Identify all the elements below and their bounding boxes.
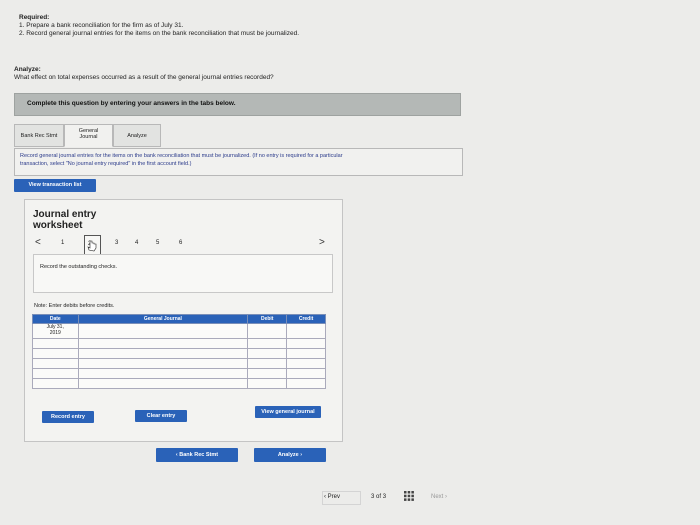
date-cell[interactable] xyxy=(32,338,79,349)
page: Required: 1. Prepare a bank reconciliati… xyxy=(0,0,700,525)
tab-general-journal[interactable]: General Journal xyxy=(64,124,113,147)
required-item-1: 1. Prepare a bank reconciliation for the… xyxy=(19,22,184,29)
credit-cell[interactable] xyxy=(286,358,326,369)
pager-page-5[interactable]: 5 xyxy=(156,240,159,246)
date-cell[interactable] xyxy=(32,358,79,369)
view-general-journal-button[interactable]: View general journal xyxy=(255,406,321,418)
credit-cell[interactable] xyxy=(286,378,326,389)
tab-instructions: Record general journal entries for the i… xyxy=(14,148,463,176)
page-counter: 3 of 3 xyxy=(371,494,387,500)
forward-to-analyze-button[interactable]: Analyze › xyxy=(254,448,326,462)
date-cell[interactable]: July 31, 2019 xyxy=(32,323,79,339)
table-row xyxy=(32,338,326,349)
account-cell[interactable] xyxy=(77,368,249,379)
account-cell[interactable] xyxy=(77,338,249,349)
analyze-question: What effect on total expenses occurred a… xyxy=(14,74,274,81)
back-to-bank-rec-stmt-button[interactable]: ‹ Bank Rec Stmt xyxy=(156,448,238,462)
table-header-row: Date General Journal Debit Credit xyxy=(32,314,326,324)
record-entry-button[interactable]: Record entry xyxy=(42,411,94,423)
chevron-right-icon: › xyxy=(445,494,448,500)
prev-button[interactable]: ‹ Prev xyxy=(324,494,340,500)
account-cell[interactable] xyxy=(77,323,249,339)
hand-cursor-icon: 2 xyxy=(87,240,97,252)
journal-entry-table: Date General Journal Debit Credit July 3… xyxy=(32,314,326,389)
next-button[interactable]: Next › xyxy=(431,494,447,500)
header-credit: Credit xyxy=(286,314,326,324)
worksheet-title: Journal entry worksheet xyxy=(33,209,97,231)
pager-prev-arrow[interactable]: < xyxy=(35,237,41,248)
pager-next-arrow[interactable]: > xyxy=(319,237,325,248)
view-transaction-list-button[interactable]: View transaction list xyxy=(14,179,96,192)
table-row xyxy=(32,368,326,379)
chevron-left-icon: ‹ xyxy=(175,452,178,458)
date-cell[interactable] xyxy=(32,378,79,389)
header-general-journal: General Journal xyxy=(77,314,249,324)
credit-cell[interactable] xyxy=(286,348,326,359)
analyze-heading: Analyze: xyxy=(14,66,41,73)
date-cell[interactable] xyxy=(32,368,79,379)
required-item-2: 2. Record general journal entries for th… xyxy=(19,30,300,37)
debit-cell[interactable] xyxy=(247,358,288,369)
debit-cell[interactable] xyxy=(247,368,288,379)
instructions-line-2: transaction, select "No journal entry re… xyxy=(20,161,192,167)
header-debit: Debit xyxy=(247,314,288,324)
pager-page-2[interactable]: 2 xyxy=(84,235,101,255)
debit-cell[interactable] xyxy=(247,378,288,389)
instructions-line-1: Record general journal entries for the i… xyxy=(20,153,343,159)
pager-page-3[interactable]: 3 xyxy=(115,240,118,246)
debit-cell[interactable] xyxy=(247,323,288,339)
date-cell[interactable] xyxy=(32,348,79,359)
table-row xyxy=(32,348,326,359)
chevron-left-icon: ‹ xyxy=(324,494,326,500)
account-cell[interactable] xyxy=(77,358,249,369)
pager-page-6[interactable]: 6 xyxy=(179,240,182,246)
header-date: Date xyxy=(32,314,79,324)
pager-page-1[interactable]: 1 xyxy=(61,240,64,246)
transaction-description-box: Record the outstanding checks. xyxy=(33,254,333,293)
account-cell[interactable] xyxy=(77,348,249,359)
tab-analyze[interactable]: Analyze xyxy=(113,124,161,147)
table-row: July 31, 2019 xyxy=(32,323,326,339)
journal-entry-worksheet: Journal entry worksheet < 1 2 3 4 5 6 > … xyxy=(24,199,343,442)
chevron-right-icon: › xyxy=(300,452,303,458)
debit-cell[interactable] xyxy=(247,348,288,359)
required-heading: Required: xyxy=(19,14,50,21)
table-row xyxy=(32,378,326,389)
banner-text: Complete this question by entering your … xyxy=(27,100,236,107)
instruction-banner: Complete this question by entering your … xyxy=(14,93,461,116)
grid-icon[interactable] xyxy=(404,491,414,501)
worksheet-pager: < 1 2 3 4 5 6 > xyxy=(25,235,342,255)
table-row xyxy=(32,358,326,369)
pager-page-4[interactable]: 4 xyxy=(135,240,138,246)
tab-bank-rec-stmt[interactable]: Bank Rec Stmt xyxy=(14,124,64,147)
note-text: Note: Enter debits before credits. xyxy=(34,303,115,309)
clear-entry-button[interactable]: Clear entry xyxy=(135,410,187,422)
credit-cell[interactable] xyxy=(286,338,326,349)
account-cell[interactable] xyxy=(77,378,249,389)
credit-cell[interactable] xyxy=(286,368,326,379)
credit-cell[interactable] xyxy=(286,323,326,339)
debit-cell[interactable] xyxy=(247,338,288,349)
transaction-description: Record the outstanding checks. xyxy=(40,264,118,270)
